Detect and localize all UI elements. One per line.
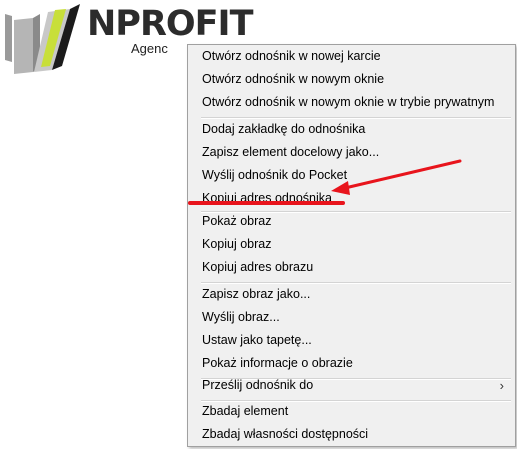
annotation-arrow-icon [343,159,462,190]
annotation-overlay [188,159,462,205]
annotation-arrowhead-icon [331,181,350,195]
